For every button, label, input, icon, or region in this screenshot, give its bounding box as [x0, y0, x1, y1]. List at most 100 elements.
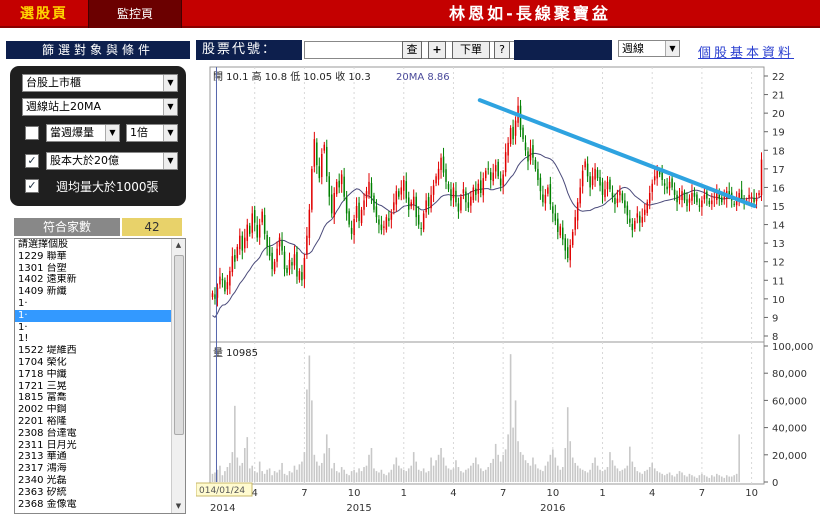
scroll-down-icon[interactable]: ▼ — [172, 500, 185, 513]
candle-body — [604, 189, 606, 198]
list-item[interactable]: 2311 日月光 — [15, 440, 171, 452]
list-item[interactable]: 1· — [15, 309, 171, 322]
list-item[interactable]: 1402 遠東新 — [15, 274, 171, 286]
list-item[interactable]: 2201 裕隆 — [15, 416, 171, 428]
period-select[interactable]: 週線 ▼ — [618, 40, 680, 57]
capital-checkbox[interactable]: ✓ — [25, 154, 39, 168]
cursor-date-label: 014/01/24 — [199, 486, 245, 496]
help-button[interactable]: ? — [494, 41, 510, 59]
chevron-down-icon: ▼ — [163, 125, 177, 141]
price-chart[interactable]: 22 21 20 19 18 17 16 15 14 13 12 11 10 9 8 100,000 80,00… — [195, 64, 820, 514]
list-item[interactable]: 1409 新纖 — [15, 286, 171, 298]
candle-body — [326, 146, 328, 177]
list-item[interactable]: 1815 富喬 — [15, 392, 171, 404]
list-item[interactable]: 1· — [15, 322, 171, 334]
volume-bar — [534, 464, 537, 482]
price-tick-label: 22 — [772, 72, 785, 83]
volume-bar — [283, 473, 286, 482]
list-item[interactable]: 1522 堤維西 — [15, 345, 171, 357]
candle-body — [544, 194, 547, 204]
x-year-label: 2015 — [346, 503, 371, 514]
volume-checkbox[interactable] — [25, 126, 39, 140]
list-scrollbar[interactable]: ▲ ▼ — [171, 239, 185, 513]
tab-monitor-page[interactable]: 監控頁 — [88, 0, 182, 28]
candle-body — [559, 226, 562, 236]
scroll-thumb[interactable] — [174, 255, 184, 435]
list-item[interactable]: 1· — [15, 298, 171, 310]
volume-bar — [631, 461, 634, 482]
candle-body — [686, 199, 688, 206]
list-item[interactable]: 1301 台塑 — [15, 263, 171, 275]
stock-info-link[interactable]: 個股基本資料 — [698, 42, 794, 61]
volume-bar — [616, 468, 619, 482]
list-item[interactable]: 2308 台達電 — [15, 428, 171, 440]
candle-body — [390, 213, 393, 220]
volume-bar — [484, 469, 487, 482]
avg-volume-label: 週均量大於1000張 — [56, 180, 159, 194]
list-item[interactable]: 2368 金像電 — [15, 499, 171, 511]
candle-body — [398, 191, 400, 197]
list-item[interactable]: 2002 中鋼 — [15, 404, 171, 416]
x-tick-label: 7 — [500, 488, 506, 499]
list-item[interactable]: 1718 中纖 — [15, 369, 171, 381]
capital-select[interactable]: 股本大於20億 ▼ — [46, 152, 178, 170]
list-item[interactable]: 2363 矽統 — [15, 487, 171, 499]
candle-body — [571, 232, 574, 245]
candle-body — [750, 196, 753, 199]
volume-tick-label: 80,000 — [772, 369, 807, 380]
add-button[interactable]: + — [428, 41, 446, 59]
avg-volume-checkbox[interactable]: ✓ — [25, 179, 39, 193]
stock-list[interactable]: 請選擇個股 1229 聯華 1301 台塑 1402 遠東新 1409 新纖 1· 1· 1·… — [14, 238, 186, 514]
volume-bar — [306, 389, 308, 482]
volume-bar — [246, 437, 249, 482]
list-item[interactable]: 1721 三晃 — [15, 381, 171, 393]
list-item[interactable]: 1229 聯華 — [15, 251, 171, 263]
candle-body — [512, 126, 514, 140]
candle-body — [219, 276, 221, 285]
match-count-label: 符合家數 — [14, 218, 120, 236]
candle-body — [462, 189, 465, 194]
candle-body — [601, 182, 604, 195]
order-button[interactable]: 下單 — [452, 41, 490, 59]
candle-body — [522, 127, 524, 140]
scroll-up-icon[interactable]: ▲ — [172, 239, 185, 252]
list-item[interactable]: 2317 鴻海 — [15, 463, 171, 475]
candle-body — [321, 154, 323, 178]
chart-svg[interactable]: 2221201918171615141312111098100,00080,00… — [195, 64, 820, 514]
volume-multiple-select[interactable]: 1倍 ▼ — [126, 124, 178, 142]
list-item[interactable]: 1! — [15, 333, 171, 345]
list-item[interactable]: 1704 榮化 — [15, 357, 171, 369]
query-button[interactable]: 查 — [402, 41, 422, 59]
market-select[interactable]: 台股上市櫃 ▼ — [22, 74, 178, 92]
volume-bar — [231, 452, 234, 482]
volume-bar — [465, 469, 467, 482]
x-year-label: 2014 — [210, 503, 235, 514]
tab-select-page[interactable]: 選股頁 — [0, 0, 88, 28]
volume-bar — [224, 471, 226, 482]
ma-condition-select[interactable]: 週線站上20MA ▼ — [22, 98, 178, 116]
volume-bar — [360, 471, 363, 482]
volume-bar — [308, 355, 311, 482]
volume-select[interactable]: 當週爆量 ▼ — [46, 124, 120, 142]
price-tick-label: 20 — [772, 109, 785, 120]
volume-bar — [733, 475, 735, 482]
volume-bar — [455, 460, 457, 482]
volume-bar — [479, 468, 482, 482]
list-item[interactable]: 請選擇個股 — [15, 239, 171, 251]
volume-bar — [445, 465, 447, 482]
candle-body — [273, 261, 276, 272]
volume-bar — [576, 465, 579, 482]
volume-bar — [390, 469, 393, 482]
price-tick-label: 13 — [772, 239, 785, 250]
candle-body — [641, 217, 644, 223]
candle-body — [440, 157, 442, 170]
volume-bar — [407, 468, 410, 482]
candle-body — [740, 189, 743, 199]
list-item[interactable]: 2340 光磊 — [15, 475, 171, 487]
candle-body — [303, 258, 306, 280]
volume-bar — [214, 472, 216, 482]
volume-bar — [532, 457, 534, 482]
volume-multiple-value: 1倍 — [130, 126, 148, 139]
candle-body — [368, 181, 370, 195]
list-item[interactable]: 2313 華通 — [15, 451, 171, 463]
